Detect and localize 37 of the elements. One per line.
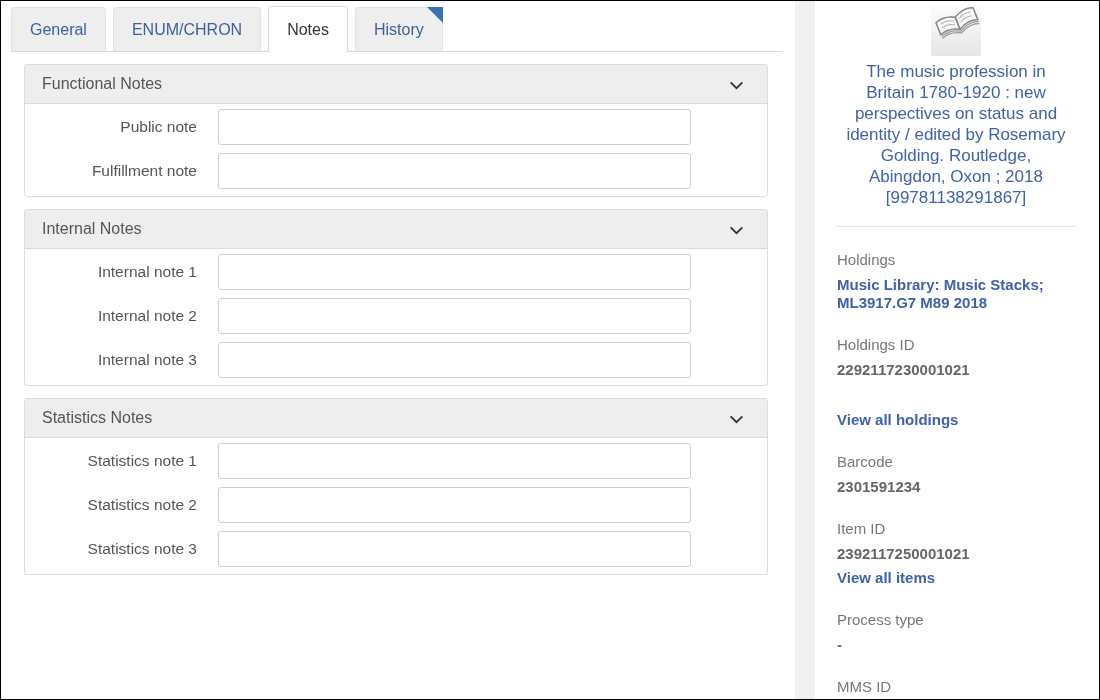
input-field[interactable] bbox=[218, 342, 691, 378]
tab[interactable]: ENUM/CHRON bbox=[112, 7, 262, 51]
detail-label: Barcode bbox=[837, 452, 894, 472]
detail-label: Item ID bbox=[837, 519, 887, 539]
section-header[interactable]: Statistics Notes bbox=[25, 399, 767, 438]
input-field[interactable] bbox=[218, 109, 691, 145]
field-label: Statistics note 2 bbox=[86, 496, 197, 514]
field-label: Public note bbox=[119, 118, 197, 136]
input-field[interactable] bbox=[218, 254, 691, 290]
input-field[interactable] bbox=[218, 487, 691, 523]
field-label: Statistics note 3 bbox=[86, 540, 197, 558]
detail-value: 2292117230001021 bbox=[837, 361, 971, 379]
detail-label: Holdings ID bbox=[837, 335, 916, 355]
view-all-link[interactable]: View all items bbox=[837, 569, 1075, 587]
field-label: Statistics note 1 bbox=[86, 452, 197, 470]
input-field[interactable] bbox=[218, 443, 691, 479]
field-label: Internal note 3 bbox=[96, 351, 197, 369]
detail-label: MMS ID bbox=[837, 677, 893, 697]
section-header[interactable]: Internal Notes bbox=[25, 210, 767, 249]
detail-label: Holdings bbox=[837, 250, 897, 270]
detail-value: 2392117250001021 bbox=[837, 545, 971, 563]
record-title-link[interactable]: The music profession in Britain 1780-1920 : new perspectives on status and identity / edited by Rosemary Golding. Routledge, Abingdon, Oxon ; 2018 [99781138291867] bbox=[843, 61, 1069, 208]
detail-value: - bbox=[837, 636, 843, 654]
section-header[interactable]: Functional Notes bbox=[25, 65, 767, 104]
holdings-link[interactable]: Music Library: Music Stacks; ML3917.G7 M89 2018 bbox=[837, 276, 1075, 312]
view-all-link[interactable]: View all holdings bbox=[837, 411, 1075, 429]
field-label: Internal note 2 bbox=[96, 307, 197, 325]
detail-label: Process type bbox=[837, 610, 925, 630]
tab[interactable]: History bbox=[354, 7, 443, 51]
tab[interactable]: General bbox=[11, 7, 106, 51]
input-field[interactable] bbox=[218, 531, 691, 567]
detail-value: 2301591234 bbox=[837, 478, 922, 496]
field-label: Internal note 1 bbox=[96, 263, 197, 281]
tab[interactable]: Notes bbox=[268, 6, 348, 52]
input-field[interactable] bbox=[218, 153, 691, 189]
field-label: Fulfillment note bbox=[90, 162, 197, 180]
input-field[interactable] bbox=[218, 298, 691, 334]
